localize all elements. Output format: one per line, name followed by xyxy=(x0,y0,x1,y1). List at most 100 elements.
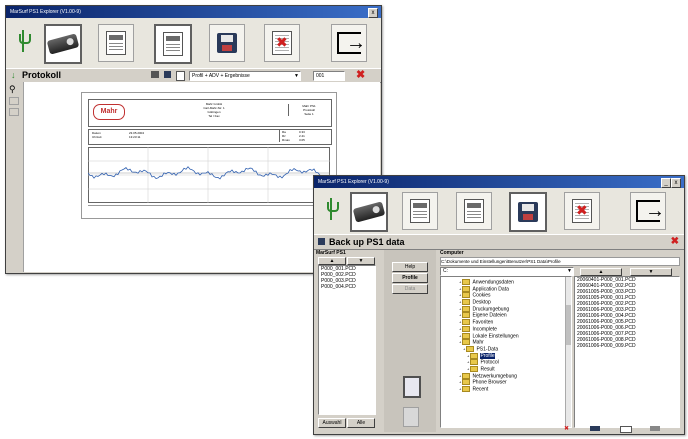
disk-small-icon[interactable] xyxy=(590,426,600,431)
window2-close-icon[interactable]: ✖ xyxy=(671,236,679,248)
drive-select[interactable]: C: ▼ xyxy=(440,267,574,276)
delete-tool[interactable] xyxy=(264,24,300,62)
exit-icon xyxy=(337,32,366,54)
print-icon[interactable] xyxy=(151,71,159,78)
tree-item[interactable]: + Netzwerkumgebung xyxy=(441,372,565,380)
tree-item-label: Result xyxy=(480,366,495,373)
save-tool[interactable] xyxy=(509,192,547,232)
window1-section-title: Protokoll xyxy=(22,70,62,80)
tree-item[interactable]: + Druckumgebung xyxy=(441,305,565,313)
tree-item-label: Application Data xyxy=(472,286,509,293)
tree-item-label: Druckumgebung xyxy=(472,306,510,313)
window2-headbar: Back up PS1 data ✖ xyxy=(314,234,684,250)
tree-item[interactable]: + Protocol xyxy=(441,359,565,366)
tree-item-label: Anwendungsdaten xyxy=(472,279,514,286)
tree-item[interactable]: + Favoriten xyxy=(441,319,565,326)
folder-icon xyxy=(462,305,471,312)
window2-titlebar[interactable]: MarSurf PS1 Explorer (V1.00-9) _ x xyxy=(314,176,684,188)
report-small-icon[interactable] xyxy=(176,71,185,81)
pc-scroll-down-button[interactable]: ▼ xyxy=(630,268,672,276)
delete-icon xyxy=(572,199,592,223)
profile-select-value: Profil + ADV + Ergebnisse xyxy=(192,73,250,79)
window1-headbar: ↓ Protokoll Profil + ADV + Ergebnisse ▼ … xyxy=(6,68,381,83)
ps1-scroll-down-button[interactable]: ▼ xyxy=(347,257,375,265)
report-header: Mahr Mahr GmbH Carl-Mahr-Str. 1 Göttinge… xyxy=(88,99,332,127)
tree-item-label: Incomplete xyxy=(472,326,497,333)
report-tool[interactable] xyxy=(402,192,438,230)
device-tool[interactable] xyxy=(350,192,388,232)
tree-item[interactable]: + PS1-Data xyxy=(441,345,565,353)
tree-scroll-thumb[interactable] xyxy=(566,305,571,345)
ps1-panel-title: MarSurf PS1 xyxy=(316,250,346,256)
chevron-down-icon[interactable]: ▼ xyxy=(567,268,572,275)
window2-close-button[interactable]: x xyxy=(671,178,681,188)
info-right: Ra Rz Rmax xyxy=(279,130,290,142)
profile-button[interactable]: Profile xyxy=(392,273,428,283)
tree-item[interactable]: + Phone Browser xyxy=(441,379,565,386)
window1-titlebar[interactable]: MarSurf PS1 Explorer (V1.00-9) x xyxy=(6,6,381,18)
folder-icon xyxy=(470,359,479,366)
tree-item[interactable]: + Application Data xyxy=(441,285,565,293)
save-tool[interactable] xyxy=(209,24,245,62)
folder-icon xyxy=(462,339,471,346)
help-button[interactable]: Help xyxy=(392,262,428,272)
usb-icon[interactable] xyxy=(18,30,32,56)
tree-item[interactable]: + Result xyxy=(441,365,565,373)
protocol-tool[interactable] xyxy=(456,192,492,230)
folder-icon xyxy=(462,279,471,285)
ps1-file-list[interactable]: P000_001.PCD P000_002.PCD P000_003.PCD P… xyxy=(318,265,376,415)
window2-minimize-button[interactable]: _ xyxy=(661,178,671,188)
folder-tree[interactable]: + Anwendungsdaten + Application Data + Coo… xyxy=(440,276,572,428)
list-item[interactable]: 20061006-P000_009.PCD xyxy=(575,343,679,349)
report-tool[interactable] xyxy=(98,24,134,62)
refresh-small-icon[interactable] xyxy=(650,426,660,431)
tree-container: + Anwendungsdaten + Application Data + Coo… xyxy=(441,279,565,393)
computer-panel: Computer C:\Dokumente und Einstellungen\… xyxy=(440,250,682,433)
data-button[interactable]: Data xyxy=(392,284,428,294)
save-icon[interactable] xyxy=(164,71,171,78)
window1-close-icon[interactable]: ✖ xyxy=(356,69,365,81)
delete-tool[interactable] xyxy=(564,192,600,230)
tree-item[interactable]: + Recent xyxy=(441,386,565,393)
profile-select[interactable]: Profil + ADV + Ergebnisse ▼ xyxy=(189,71,301,81)
exit-tool[interactable] xyxy=(630,192,666,230)
zoom-out-icon[interactable] xyxy=(9,108,19,116)
device-tool[interactable] xyxy=(44,24,82,64)
zoom-icon[interactable]: ⚲ xyxy=(9,84,16,94)
tree-item[interactable]: + Cookies xyxy=(441,292,565,299)
list-item[interactable]: P000_004.PCD xyxy=(319,284,375,290)
tree-item[interactable]: + Profile xyxy=(441,352,565,360)
window2-title: MarSurf PS1 Explorer (V1.00-9) xyxy=(318,179,389,185)
pc-scroll-up-button[interactable]: ▲ xyxy=(580,268,622,276)
exit-tool[interactable] xyxy=(331,24,367,62)
ps1-scroll-up-button[interactable]: ▲ xyxy=(318,257,346,265)
folder-icon xyxy=(462,386,471,392)
pc-file-list[interactable]: 20060401-P000_001.PCD 20060401-P000_002.P… xyxy=(574,276,680,428)
tree-scrollbar[interactable] xyxy=(565,277,571,427)
tree-item[interactable]: + Desktop xyxy=(441,299,565,306)
select-button[interactable]: Auswahl xyxy=(318,418,346,428)
folder-icon xyxy=(462,319,471,326)
tree-item[interactable]: + Mahr xyxy=(441,339,565,346)
window1-close-button[interactable]: x xyxy=(368,8,378,18)
tree-item[interactable]: + Lokale Einstellungen xyxy=(441,332,565,340)
mahr-logo: Mahr xyxy=(93,104,125,120)
tree-item[interactable]: + Incomplete xyxy=(441,325,565,333)
tree-item-label: Recent xyxy=(472,386,489,393)
copy-to-device-button[interactable] xyxy=(403,407,419,427)
page-field[interactable]: 001 xyxy=(313,71,345,81)
all-button[interactable]: Alle xyxy=(347,418,375,428)
view-small-icon[interactable] xyxy=(620,426,632,433)
info-value: 3.05 xyxy=(299,138,305,142)
tree-item[interactable]: + Anwendungsdaten xyxy=(441,279,565,286)
profile-graph xyxy=(88,147,330,203)
chevron-down-icon[interactable]: ▼ xyxy=(294,72,299,80)
info-label: Rmax xyxy=(282,138,290,142)
copy-to-pc-button[interactable] xyxy=(403,376,421,398)
delete-small-icon[interactable]: ✖ xyxy=(564,426,569,432)
protocol-tool[interactable] xyxy=(154,24,192,64)
tree-item[interactable]: + Eigene Dateien xyxy=(441,312,565,319)
zoom-in-icon[interactable] xyxy=(9,97,19,105)
tree-item-label: Lokale Einstellungen xyxy=(472,332,519,339)
usb-icon[interactable] xyxy=(326,198,340,224)
